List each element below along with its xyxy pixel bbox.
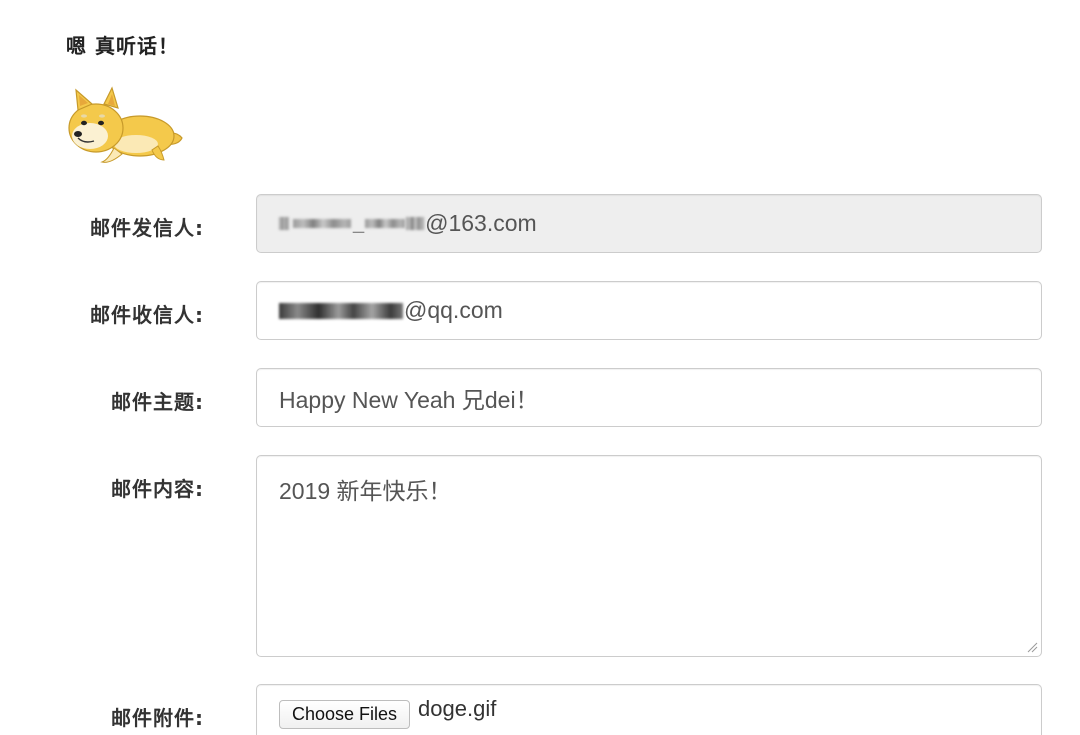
recipient-domain: @qq.com — [404, 297, 503, 323]
sender-label: 邮件发信人: — [90, 216, 204, 240]
attachment-label: 邮件附件: — [111, 706, 204, 730]
sender-domain: @163.com — [425, 210, 537, 236]
recipient-redacted — [279, 302, 404, 319]
choose-files-button[interactable]: Choose Files — [279, 700, 411, 729]
resize-grip-icon[interactable] — [1026, 641, 1038, 653]
subject-label: 邮件主题: — [111, 390, 204, 414]
content-text: 2019 新年快乐！ — [279, 478, 452, 504]
sender-redacted: _ — [279, 212, 425, 235]
sender-field[interactable]: _ @163.com — [256, 194, 1042, 253]
page-header-text: 嗯 真听话！ — [66, 34, 179, 58]
content-textarea[interactable]: 2019 新年快乐！ — [256, 455, 1042, 657]
subject-input[interactable]: Happy New Yeah 兄dei！ — [256, 368, 1042, 427]
recipient-field[interactable]: @qq.com — [256, 281, 1042, 340]
doge-image — [68, 86, 183, 163]
content-label: 邮件内容: — [111, 477, 204, 501]
attachment-file-name: doge.gif — [418, 696, 497, 721]
attachment-field: Choose Files doge.gif — [256, 684, 1042, 735]
send-mail-page: 嗯 真听话！ 邮件发信人: _ @163.com 邮件收信人: @qq.com … — [0, 0, 1080, 735]
recipient-label: 邮件收信人: — [90, 303, 204, 327]
